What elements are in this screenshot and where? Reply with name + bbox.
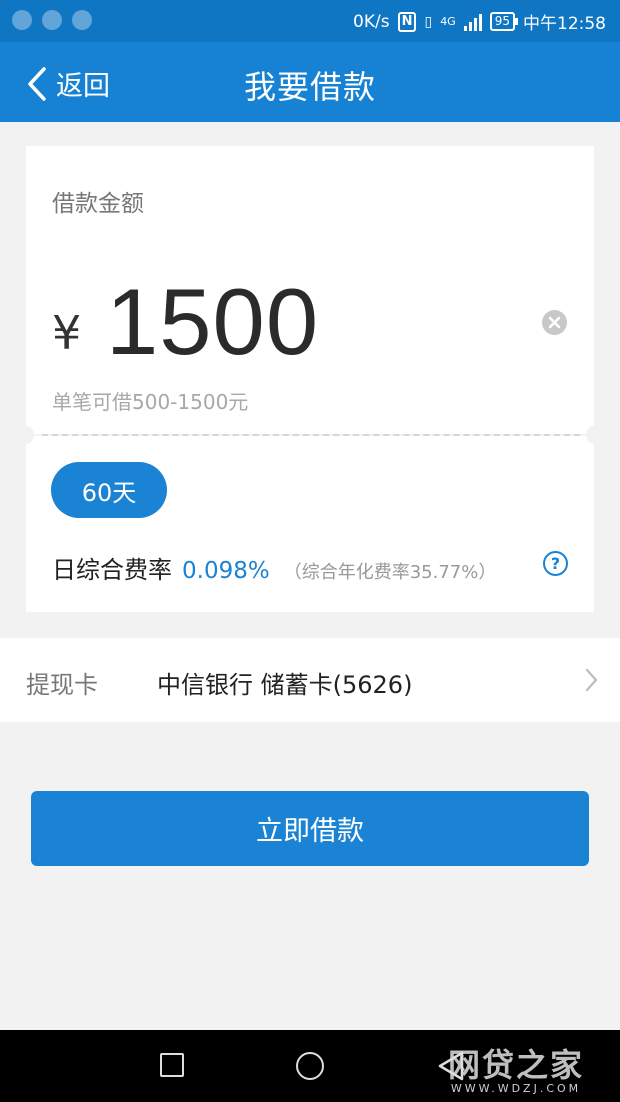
vibrate-icon: ▯ (424, 13, 433, 30)
daily-rate-value: 0.098% (182, 558, 270, 584)
withdraw-card-row[interactable]: 提现卡 中信银行 储蓄卡(5626) (0, 638, 620, 722)
notification-icons (12, 10, 92, 30)
home-icon[interactable] (296, 1052, 324, 1080)
network-type: 4G (440, 15, 456, 28)
borrow-now-button[interactable]: 立即借款 (31, 791, 589, 866)
amount-label: 借款金额 (52, 191, 144, 217)
rate-row: 日综合费率 0.098% （综合年化费率35.77%） (52, 550, 496, 585)
dashed-divider (42, 434, 580, 436)
clock: 中午12:58 (523, 14, 606, 34)
status-bar: 0K/s N ▯ 4G 95 中午12:58 (0, 0, 620, 42)
currency-symbol: ¥ (52, 306, 82, 360)
close-icon (548, 316, 561, 329)
recent-apps-icon[interactable] (160, 1053, 184, 1077)
chevron-right-icon (585, 668, 598, 692)
watermark: 网贷之家 WWW.WDZJ.COM (448, 1040, 584, 1095)
daily-rate-label: 日综合费率 (52, 556, 172, 584)
ticket-notch-right (586, 426, 602, 444)
term-option-60-days[interactable]: 60天 (51, 462, 167, 518)
battery-icon: 95 (489, 12, 519, 31)
system-indicators: 0K/s N ▯ 4G 95 中午12:58 (353, 9, 606, 34)
app-notification-icon (42, 10, 62, 30)
net-speed: 0K/s (353, 11, 390, 32)
annual-rate: （综合年化费率35.77%） (283, 562, 497, 583)
amount-input[interactable]: 1500 (106, 268, 319, 376)
withdraw-card-label: 提现卡 (26, 671, 98, 699)
watermark-logo: 网贷之家 (448, 1046, 585, 1084)
signal-icon (463, 13, 482, 31)
clear-amount-button[interactable] (542, 310, 567, 335)
ticket-notch-left (18, 426, 34, 444)
page-title: 我要借款 (243, 68, 376, 106)
nfc-icon: N (397, 11, 417, 32)
help-icon[interactable]: ? (543, 551, 568, 576)
withdraw-card-value: 中信银行 储蓄卡(5626) (157, 671, 413, 699)
message-icon (72, 10, 92, 30)
amount-range-hint: 单笔可借500-1500元 (52, 390, 249, 414)
nav-bar: 返回 我要借款 (0, 42, 620, 122)
weather-icon (12, 10, 32, 30)
